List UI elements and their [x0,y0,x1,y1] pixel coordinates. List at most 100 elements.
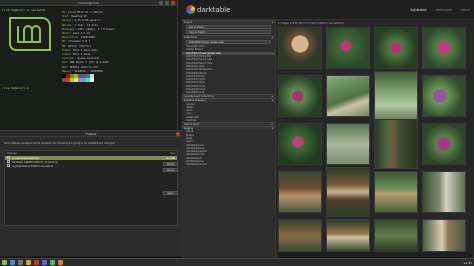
info-value: Cinnamon 5.6.7 [68,40,91,44]
checkbox-icon[interactable] [7,164,10,167]
apply-button[interactable]: Apply [163,191,178,195]
tag-item[interactable]: darktable|changed [182,163,275,166]
info-value: Mint-Y-Sand [72,53,91,57]
details-button[interactable]: Details [163,162,178,166]
thumbnail[interactable] [422,123,466,165]
info-value: 5124MiB / 32035MiB [74,69,103,73]
section-import[interactable]: import ▾ [182,20,275,24]
view-tab-darkroom[interactable]: darkroom [436,8,452,12]
thumbnail[interactable] [374,219,418,252]
cancel-button[interactable]: Cancel [163,168,178,172]
dialog-titlebar[interactable]: Flatpak [0,131,182,137]
minimize-icon[interactable] [159,1,163,5]
section-history-label: history stack [184,123,200,127]
thumbnail[interactable] [278,75,322,117]
lighttable-grid[interactable] [278,27,472,252]
update-dialog[interactable]: Flatpak Some flatpak packages will be up… [0,130,182,256]
files-icon[interactable] [26,260,31,265]
thumbnail[interactable] [374,71,418,121]
close-icon[interactable] [171,1,175,5]
browser-icon[interactable] [10,260,15,265]
expand-icon: ▸ [271,123,273,127]
darktable-app-name: darktable [197,6,231,14]
thumbnail[interactable] [326,75,370,117]
thumbnail[interactable] [422,75,466,117]
darktable-window[interactable]: darktable lighttable darkroom other 2 imag… [182,0,474,258]
terminal-title: ricardo@mint [78,0,99,5]
expand-icon: ▾ [271,21,273,24]
info-key: Terminal: [62,57,77,61]
info-value: 1920x1080 [80,36,95,40]
checkbox-icon[interactable] [7,156,10,159]
package-row[interactable]: org.freedesktop.Platform.GL.default [5,164,177,168]
darktable-taskbar-icon[interactable] [58,260,63,265]
info-key: Kernel: [62,19,73,23]
app-icon[interactable] [50,260,55,265]
view-tab-lighttable[interactable]: lighttable [410,8,426,12]
thumbnail[interactable] [326,27,370,69]
info-key: Packages: [62,27,77,31]
app-icon[interactable] [34,260,39,265]
color-swatches [62,74,94,82]
thumbnail[interactable] [326,167,370,217]
filmroll-input[interactable]: 2023/05/14 Flower garden walk [186,40,271,44]
thumbnail[interactable] [422,27,466,69]
add-to-library-button[interactable]: add to library... [186,25,271,29]
package-list[interactable]: Package Size org.darktable.Darktable 14.0… [4,150,178,226]
info-key: Icons: [62,53,72,57]
thumbnail[interactable] [278,123,322,165]
info-value: bash 5.1.16 [72,32,91,36]
thumbnail[interactable] [278,171,322,213]
copy-import-button[interactable]: copy & import... [186,30,271,34]
thumbnail[interactable] [278,27,322,69]
menu-icon[interactable] [2,260,7,265]
thumbnail[interactable] [374,27,418,69]
thumbnail[interactable] [422,171,466,213]
info-key: DE: [62,40,67,44]
info-key: CPU: [62,61,69,65]
left-panel: import ▾ add to library... copy & import.… [182,20,276,258]
clock[interactable]: 12:35 [463,261,472,265]
terminal-prompt-idle: ricardo@mint:~$ [2,86,30,90]
info-key: Resolution: [62,36,80,40]
info-key: WM: [62,44,67,48]
app-icon[interactable] [42,260,47,265]
section-collections-label: collections [184,36,197,39]
system-info: OS: Linux Mint 21.1 x86_64 Host: Desktop … [62,11,115,74]
expand-icon: ▸ [271,95,273,99]
darktable-logo-icon [186,5,195,14]
tag-list: nature flowers forest macro darktable|mode da… [182,130,275,166]
view-switcher: lighttable darkroom other [410,8,470,12]
dialog-window-controls [176,132,180,136]
section-recent-label: recently used collections [184,95,214,99]
thumbnail[interactable] [374,119,418,169]
package-name: org.freedesktop.Platform.GL.default [12,165,54,168]
checkbox-icon[interactable] [7,160,10,163]
thumbnail[interactable] [422,219,466,252]
section-collections[interactable]: collections ▾ [182,35,275,39]
info-key: Shell: [62,32,72,36]
terminal-window[interactable]: ricardo@mint ricardo@mint:~$ neofetch OS… [0,0,178,129]
thumbnail[interactable] [326,123,370,165]
package-size: 14.0 MB [165,156,175,160]
thumbnail[interactable] [278,219,322,252]
maximize-icon[interactable] [165,1,169,5]
info-value: gnome-terminal [77,57,100,61]
section-import-label: import [184,21,192,24]
close-icon[interactable] [176,132,180,136]
terminal-icon[interactable] [18,260,23,265]
linux-mint-logo-icon [9,17,51,51]
info-key: Uptime: [62,23,73,27]
column-package: Package [7,152,17,155]
info-value: Linux Mint 21.1 x86_64 [68,11,103,14]
view-tab-other[interactable]: other [461,8,470,12]
thumbnail[interactable] [374,171,418,213]
darktable-header: darktable lighttable darkroom other [182,0,474,20]
package-rows: org.darktable.Darktable 14.0 MB Darktable … [5,156,177,168]
thumbnail[interactable] [326,219,370,252]
info-value: Mint-Y-Dark-Aqua [72,48,98,52]
dialog-title: Flatpak [85,131,97,136]
expand-icon: ▾ [271,127,273,131]
filmroll-list: Forest path 2023 Garden flowers 2023/05/14… [182,45,275,94]
terminal-titlebar[interactable]: ricardo@mint [0,0,177,6]
